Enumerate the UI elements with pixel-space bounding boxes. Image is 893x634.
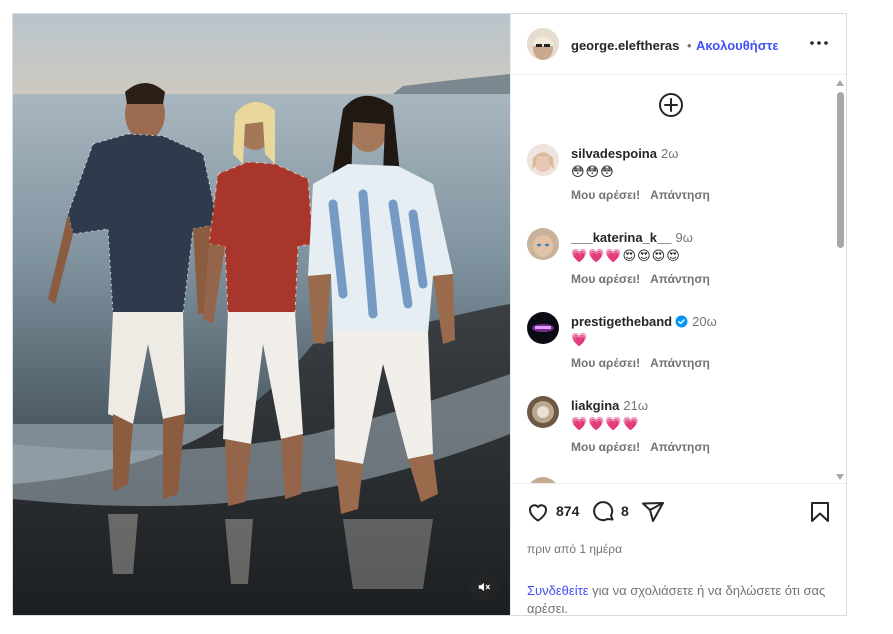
post-timestamp[interactable]: πριν από 1 ημέρα <box>527 542 622 556</box>
follow-button[interactable]: Ακολουθήστε <box>696 38 779 53</box>
likes-count[interactable]: 874 <box>556 503 579 519</box>
comment-username-text[interactable]: silvadespoina <box>571 146 657 161</box>
comment-username[interactable]: liakgina 21ω <box>571 398 648 413</box>
comment-time: 20ω <box>692 314 717 329</box>
post-photo[interactable] <box>13 14 510 615</box>
author-avatar-image <box>527 28 559 60</box>
comment-time: 9ω <box>675 230 693 245</box>
comment-text: 💗💗💗😍😍😍😍 <box>571 248 681 263</box>
heart-icon[interactable] <box>526 500 550 524</box>
comment-actions: Μου αρέσει! Απάντηση <box>571 440 720 454</box>
comment-actions: Μου αρέσει! Απάντηση <box>571 356 720 370</box>
reply-button[interactable]: Απάντηση <box>650 356 710 370</box>
comment-username-text[interactable]: liakgina <box>571 398 619 413</box>
comment-item: liakgina 21ω 💗💗💗💗 Μου αρέσει! Απάντηση <box>527 396 827 466</box>
comment-actions: Μου αρέσει! Απάντηση <box>571 188 720 202</box>
scrollbar-thumb[interactable] <box>837 92 844 248</box>
reply-button[interactable]: Απάντηση <box>650 188 710 202</box>
volume-mute-button[interactable] <box>470 573 498 601</box>
comment-username-text[interactable]: ___katerina_k__ <box>571 230 671 245</box>
scroll-up-arrow[interactable] <box>836 80 844 86</box>
like-comment-button[interactable]: Μου αρέσει! <box>571 272 640 286</box>
comment-icon[interactable] <box>592 500 616 524</box>
comment-avatar[interactable] <box>527 144 559 176</box>
post-header: george.eleftheras • Ακολουθήστε <box>511 14 846 75</box>
post-actions-bar: 874 8 πριν από 1 ημέρα Συνδεθείτε για να… <box>511 483 846 615</box>
comment-text: 💗💗💗💗 <box>571 416 640 431</box>
author-avatar[interactable] <box>527 28 559 60</box>
author-username[interactable]: george.eleftheras <box>571 38 679 53</box>
comment-avatar[interactable] <box>527 312 559 344</box>
reply-button[interactable]: Απάντηση <box>650 272 710 286</box>
comment-username[interactable]: silvadespoina 2ω <box>571 146 678 161</box>
like-comment-button[interactable]: Μου αρέσει! <box>571 356 640 370</box>
comment-avatar[interactable] <box>527 228 559 260</box>
post-sidebar: george.eleftheras • Ακολουθήστε silvades… <box>510 14 846 615</box>
comment-avatar[interactable] <box>527 396 559 428</box>
comment-username[interactable]: ___katerina_k__ 9ω <box>571 230 693 245</box>
comments-scrollbar[interactable] <box>835 76 845 484</box>
comment-username[interactable]: prestigetheband 20ω <box>571 314 717 329</box>
login-prompt: Συνδεθείτε για να σχολιάσετε ή να δηλώσε… <box>527 582 827 615</box>
add-comment-icon[interactable] <box>658 92 684 118</box>
scroll-down-arrow[interactable] <box>836 474 844 480</box>
comment-actions: Μου αρέσει! Απάντηση <box>571 272 720 286</box>
volume-mute-icon <box>478 582 490 592</box>
comment-time: 2ω <box>660 146 679 161</box>
comment-item: prestigetheband 20ω 💗 Μου αρέσει! Απάντηση <box>527 312 827 382</box>
comment-item: silvadespoina 2ω 😳😳😳 Μου αρέσει! Απάντηση <box>527 144 827 214</box>
comments-list: silvadespoina 2ω 😳😳😳 Μου αρέσει! Απάντηση … <box>511 75 833 483</box>
bookmark-icon[interactable] <box>808 500 832 524</box>
verified-icon <box>675 315 688 328</box>
like-comment-button[interactable]: Μου αρέσει! <box>571 188 640 202</box>
avatar-image <box>527 228 559 260</box>
login-link[interactable]: Συνδεθείτε <box>527 583 589 598</box>
separator-dot: • <box>687 38 692 53</box>
more-options-icon[interactable] <box>809 35 829 51</box>
post-container: george.eleftheras • Ακολουθήστε silvades… <box>12 13 847 616</box>
comment-time: 21ω <box>623 398 649 413</box>
comment-text: 💗 <box>571 332 589 347</box>
comment-text: 😳😳😳 <box>571 164 615 179</box>
comment-item: ___katerina_k__ 9ω 💗💗💗😍😍😍😍 Μου αρέσει! Απά… <box>527 228 827 298</box>
comment-username-text[interactable]: prestigetheband <box>571 314 672 329</box>
comments-count[interactable]: 8 <box>621 503 629 519</box>
avatar-image <box>527 312 559 344</box>
reply-button[interactable]: Απάντηση <box>650 440 710 454</box>
avatar-image <box>527 396 559 428</box>
beach-photo-illustration <box>13 14 510 615</box>
avatar-image <box>527 144 559 176</box>
share-icon[interactable] <box>641 500 665 524</box>
like-comment-button[interactable]: Μου αρέσει! <box>571 440 640 454</box>
